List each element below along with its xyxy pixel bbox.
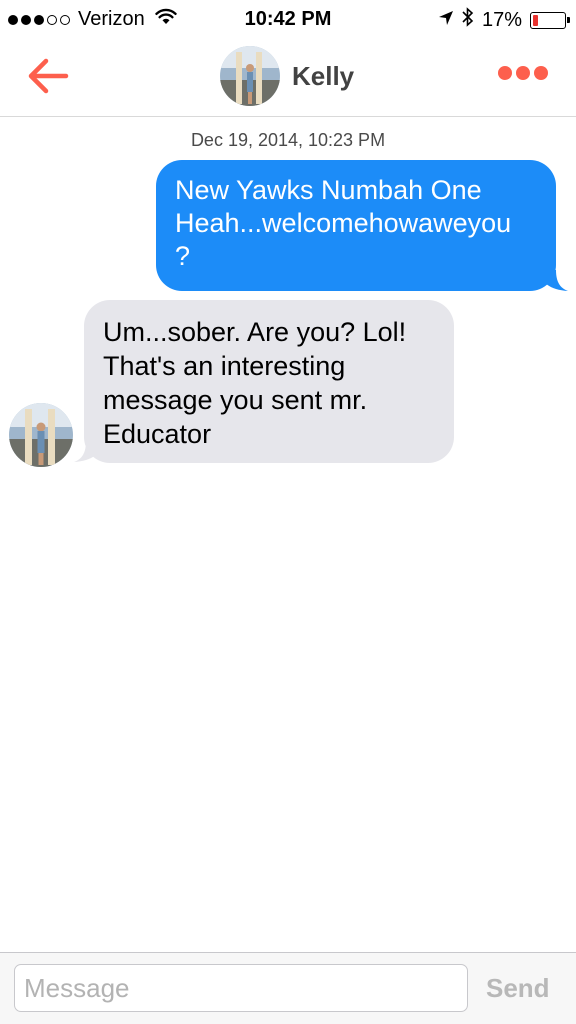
battery-icon <box>530 11 570 29</box>
bluetooth-icon <box>462 7 474 33</box>
message-line: Um...sober. Are you? Lol! <box>103 317 407 347</box>
send-button[interactable]: Send <box>486 973 550 1004</box>
chat-header: Kelly <box>0 40 576 117</box>
chat-screen: Verizon 10:42 PM 17% Kelly Dec 19, 2014,… <box>0 0 576 1024</box>
battery-percent: 17% <box>481 8 522 31</box>
contact-header[interactable]: Kelly <box>220 46 354 106</box>
message-line: ? <box>175 241 191 271</box>
compose-bar: Send <box>0 952 576 1024</box>
more-options-button[interactable] <box>498 66 548 80</box>
message-line: Educator <box>103 419 212 449</box>
message-input[interactable] <box>14 964 468 1012</box>
incoming-message-bubble[interactable]: Um...sober. Are you? Lol! That's an inte… <box>84 300 454 463</box>
status-bar: Verizon 10:42 PM 17% <box>0 0 576 40</box>
outgoing-message-bubble[interactable]: New Yawks Numbah One Heah...welcomehowaw… <box>156 160 556 291</box>
location-arrow-icon <box>438 9 454 32</box>
battery-level-fill <box>533 14 538 26</box>
message-timestamp: Dec 19, 2014, 10:23 PM <box>190 130 386 150</box>
message-line: New Yawks Numbah One <box>175 175 482 205</box>
contact-name: Kelly <box>292 60 355 91</box>
avatar[interactable] <box>220 46 280 106</box>
back-arrow-icon <box>28 58 69 94</box>
message-line: Heah...welcomehowaweyou <box>175 208 512 238</box>
bubble-tail <box>538 270 568 291</box>
more-dots-icon <box>498 66 512 80</box>
message-line: message you sent mr. <box>103 385 368 415</box>
back-button[interactable] <box>26 56 70 96</box>
avatar[interactable] <box>9 403 73 467</box>
status-right: 17% <box>438 7 570 33</box>
message-line: That's an interesting <box>103 351 346 381</box>
